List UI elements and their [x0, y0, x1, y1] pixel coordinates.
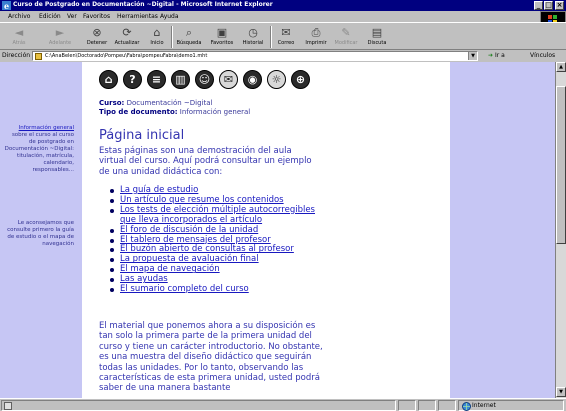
mail-icon: ✉ [281, 26, 291, 39]
help-nav-icon[interactable]: ? [123, 70, 142, 89]
window-title: Curso de Postgrado en Documentación ~Dig… [13, 1, 273, 8]
link-tests[interactable]: Los tests de elección múltiple autocorre… [120, 205, 315, 225]
links-button[interactable]: Vínculos [530, 52, 555, 59]
course-value: Documentación ~Digital [126, 99, 213, 107]
nav-icon-bar: ⌂ ? ≡ ▥ ☺ ✉ ◉ ☼ ⊕ [99, 70, 329, 90]
back-arrow-icon: ◄ [14, 26, 24, 39]
history-icon: ◷ [248, 26, 258, 39]
list-item: Los tests de elección múltiple autocorre… [110, 205, 320, 226]
ie-app-icon: e [2, 1, 11, 11]
title-bar: e Curso de Postgrado en Documentación ~D… [0, 0, 566, 11]
course-info: Curso: Documentación ~Digital Tipo de do… [99, 99, 250, 117]
forward-button[interactable]: ► Adelante [46, 25, 74, 49]
globe-nav-icon[interactable]: ◉ [243, 70, 262, 89]
address-dropdown-button[interactable]: ▼ [468, 52, 477, 60]
home-icon: ⌂ [153, 26, 161, 39]
page-viewport: Información general sobre el curso al cu… [0, 62, 555, 398]
link-article[interactable]: Un artículo que resume los contenidos [120, 195, 284, 205]
printer-icon: ⎙ [311, 26, 321, 39]
info-note: Información general sobre el curso al cu… [4, 125, 74, 174]
intro-text: Estas páginas son una demostración del a… [99, 146, 312, 177]
globe-icon [462, 402, 471, 411]
info-note-text: sobre el curso al curso de postgrado en … [4, 132, 74, 173]
link-help[interactable]: Las ayudas [120, 274, 168, 284]
doctype-value: Información general [179, 108, 251, 116]
go-arrow-icon: ➜ [488, 52, 494, 59]
refresh-button[interactable]: ⟳ Actualizar [112, 25, 142, 49]
page-status-icon [4, 402, 12, 410]
home-nav-icon[interactable]: ⌂ [99, 70, 118, 89]
back-button[interactable]: ◄ Atrás [6, 25, 32, 49]
favorites-folder-icon: ▣ [216, 26, 228, 39]
edit-page-icon: ✎ [341, 26, 351, 39]
doctype-label: Tipo de documento: [99, 108, 178, 116]
stop-icon: ⊗ [92, 26, 102, 39]
svg-text:e: e [4, 1, 9, 10]
content-link-list: La guía de estudio Un artículo que resum… [110, 185, 320, 295]
link-forum[interactable]: El foro de discusión de la unidad [120, 225, 258, 235]
forum-nav-icon[interactable]: ☺ [195, 70, 214, 89]
link-course-summary[interactable]: El sumario completo del curso [120, 284, 249, 294]
scroll-up-arrow-icon[interactable]: ▲ [556, 62, 566, 72]
home-button[interactable]: ⌂ Inicio [146, 25, 168, 49]
intro-paragraph: El material que ponemos ahora a su dispo… [99, 321, 323, 394]
book-nav-icon[interactable]: ▥ [171, 70, 190, 89]
history-button[interactable]: ◷ Historial [240, 25, 266, 49]
menu-ver[interactable]: Ver [67, 13, 77, 20]
scroll-thumb[interactable] [556, 86, 566, 244]
menu-favoritos[interactable]: Favoritos [83, 13, 110, 20]
maximize-button[interactable]: □ [544, 1, 553, 10]
search-button[interactable]: ⌕ Búsqueda [175, 25, 203, 49]
map-nav-icon[interactable]: ⊕ [291, 70, 310, 89]
study-guide-nav-icon[interactable]: ≡ [147, 70, 166, 89]
status-pane [418, 400, 436, 411]
status-message-pane [1, 400, 396, 411]
info-general-link[interactable]: Información general [19, 125, 74, 131]
link-final-evaluation[interactable]: La propuesta de avaluación final [120, 254, 259, 264]
toolbar-separator [270, 26, 272, 48]
refresh-icon: ⟳ [122, 26, 132, 39]
favorites-button[interactable]: ▣ Favoritos [207, 25, 237, 49]
status-bar: Internet [0, 398, 566, 411]
vertical-scrollbar[interactable]: ▲ ▼ [555, 62, 566, 398]
menu-edicion[interactable]: Edición [39, 13, 61, 20]
discuss-button[interactable]: ▤ Discuta [364, 25, 390, 49]
course-label: Curso: [99, 99, 125, 107]
mail-button[interactable]: ✉ Correo [274, 25, 298, 49]
edit-button[interactable]: ✎ Modificar [331, 25, 361, 49]
discuss-icon: ▤ [371, 26, 383, 39]
security-zone-label: Internet [472, 402, 496, 409]
print-button[interactable]: ⎙ Imprimir [303, 25, 329, 49]
page-icon [35, 53, 42, 60]
address-url[interactable]: C:\AnaBelen\Doctorado\Pompeu\Fabra\pompe… [45, 53, 207, 59]
scroll-down-arrow-icon[interactable]: ▼ [556, 387, 566, 397]
address-input[interactable]: C:\AnaBelen\Doctorado\Pompeu\Fabra\pompe… [32, 51, 478, 61]
left-sidebar: Información general sobre el curso al cu… [0, 62, 82, 398]
go-button[interactable]: ➜ Ir a [488, 52, 505, 59]
menu-bar: Archivo Edición Ver Favoritos Herramient… [0, 11, 566, 22]
toolbar: ◄ Atrás ► Adelante ⊗ Detener ⟳ Actualizar ⌂ I… [0, 22, 566, 50]
address-label: Dirección [2, 52, 31, 59]
forward-arrow-icon: ► [55, 26, 65, 39]
mailbox-nav-icon[interactable]: ✉ [219, 70, 238, 89]
list-item: El sumario completo del curso [110, 284, 320, 295]
lightbulb-nav-icon[interactable]: ☼ [267, 70, 286, 89]
advice-note: Le aconsejamos que consulte primero la g… [7, 220, 74, 247]
link-navigation-map[interactable]: El mapa de navegación [120, 264, 220, 274]
menu-herramientas[interactable]: Herramientas [117, 13, 158, 20]
menu-ayuda[interactable]: Ayuda [160, 13, 179, 20]
link-mailbox[interactable]: El buzón abierto de consultas al profeso… [120, 244, 294, 254]
link-study-guide[interactable]: La guía de estudio [120, 185, 198, 195]
minimize-button[interactable]: _ [534, 1, 543, 10]
status-pane [398, 400, 416, 411]
right-sidebar [450, 62, 555, 398]
page-title: Página inicial [99, 128, 185, 143]
address-bar: Dirección C:\AnaBelen\Doctorado\Pompeu\F… [0, 50, 566, 62]
toolbar-separator [171, 26, 173, 48]
search-icon: ⌕ [185, 26, 193, 39]
stop-button[interactable]: ⊗ Detener [84, 25, 110, 49]
close-button[interactable]: × [555, 1, 564, 10]
status-pane [438, 400, 456, 411]
menu-archivo[interactable]: Archivo [8, 13, 30, 20]
